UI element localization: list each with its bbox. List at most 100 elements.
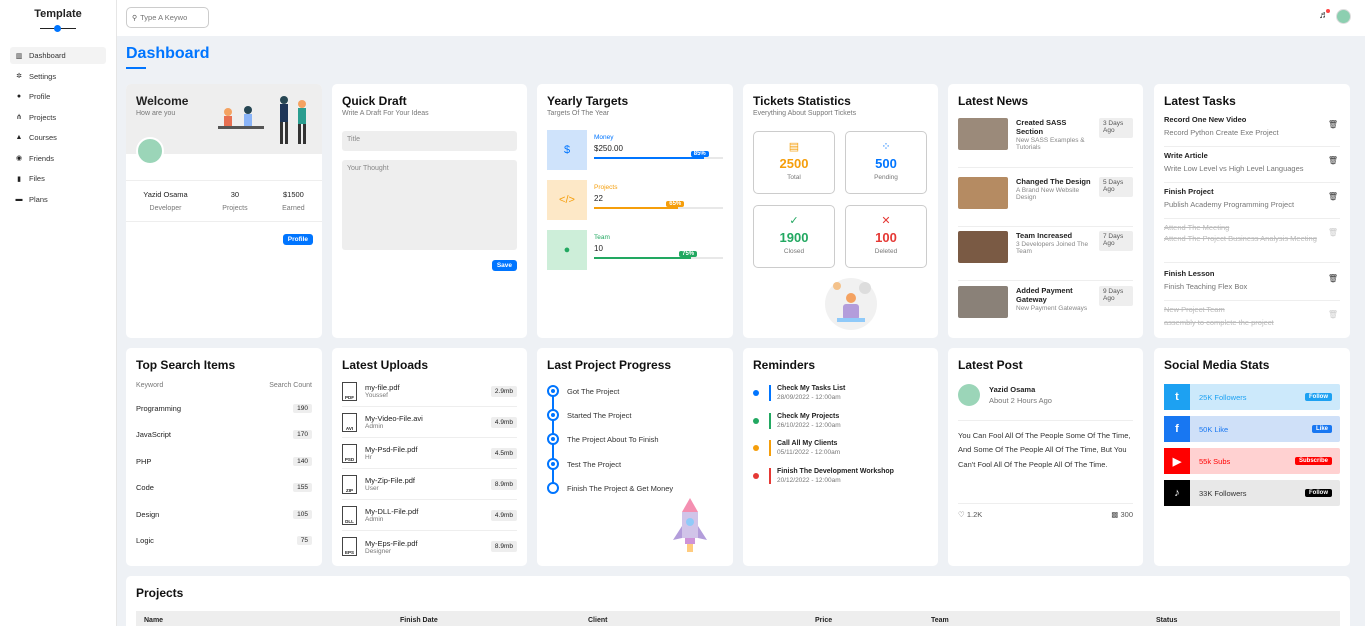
post-author-info: Yazid Osama About 2 Hours Ago: [989, 385, 1052, 405]
trash-icon[interactable]: 🗑: [1328, 120, 1338, 129]
step-label: Got The Project: [567, 386, 620, 396]
reminder-item: Check My Tasks List 28/09/2022 - 12:00am: [753, 382, 928, 404]
reminder-date: 26/10/2022 - 12:00am: [777, 422, 841, 429]
projects-table-header: Name Finish Date Client Price Team Statu…: [136, 611, 1340, 626]
trash-icon[interactable]: 🗑: [1328, 156, 1338, 165]
search-row: Logic 75: [136, 536, 312, 545]
file-size: 2.9mb: [490, 385, 517, 397]
task-desc: Attend The Project Business Analysis Mee…: [1164, 234, 1317, 243]
news-text: Created SASS Section New SASS Examples & …: [1016, 118, 1092, 167]
file-size: 4.5mb: [490, 447, 517, 459]
earned-value: $1500: [282, 190, 304, 199]
comments[interactable]: ▩ 300: [1111, 510, 1133, 519]
card-title: Reminders: [753, 358, 816, 372]
user-role: Developer: [149, 205, 182, 212]
profile-button[interactable]: Profile: [282, 234, 313, 245]
follow-button[interactable]: Follow: [1305, 489, 1332, 497]
upload-item[interactable]: ZIP My-Zip-File.pdf User 8.9mb: [342, 469, 517, 500]
file-info: My-Video-File.avi Admin: [365, 414, 423, 430]
welcome-illustration: [218, 96, 306, 144]
ticket-value: 100: [875, 230, 897, 245]
bell-icon[interactable]: ♬: [1319, 9, 1330, 21]
sidebar: Template ▥ Dashboard ✲ Settings ● Profile ⋔…: [0, 0, 117, 626]
code-icon: </>: [547, 180, 587, 220]
search-row: PHP 140: [136, 457, 312, 466]
ticket-label: Deleted: [874, 248, 898, 255]
reminder-dot: [753, 418, 759, 424]
card-title: Latest Tasks: [1164, 94, 1236, 108]
trash-icon[interactable]: 🗑: [1328, 274, 1338, 283]
file-info: My-Psd-File.pdf Hr: [365, 445, 418, 461]
subscribe-button[interactable]: Subscribe: [1294, 457, 1332, 465]
news-item[interactable]: Changed The Design A Brand New Website De…: [958, 177, 1133, 227]
upload-item[interactable]: DLL My-DLL-File.pdf Admin 4.9mb: [342, 500, 517, 531]
page-title-underline: [126, 67, 146, 69]
upload-item[interactable]: PSD My-Psd-File.pdf Hr 4.5mb: [342, 438, 517, 469]
logo-underline: [40, 25, 76, 32]
progress-step: The Project About To Finish: [547, 433, 659, 445]
sidebar-item-projects[interactable]: ⋔ Projects: [10, 109, 106, 126]
sidebar-item-profile[interactable]: ● Profile: [10, 88, 106, 105]
card-title: Latest Uploads: [342, 358, 429, 372]
upload-item[interactable]: AVI My-Video-File.avi Admin 4.9mb: [342, 407, 517, 438]
projects-card: Projects Name Finish Date Client Price T…: [126, 576, 1350, 626]
file-user: User: [365, 485, 379, 492]
ticket-total: ▤ 2500 Total: [753, 131, 835, 194]
pdf-file-icon: PDF: [342, 381, 357, 401]
sidebar-item-settings[interactable]: ✲ Settings: [10, 68, 106, 85]
draft-body-textarea[interactable]: Your Thought: [342, 160, 517, 250]
sidebar-item-courses[interactable]: ▲ Courses: [10, 129, 106, 146]
reminder-body: Finish The Development Workshop 20/12/202…: [769, 468, 894, 484]
reminder-date: 28/09/2022 - 12:00am: [777, 394, 841, 401]
like-button[interactable]: Like: [1311, 425, 1332, 433]
col-name: Name: [144, 616, 164, 624]
projects-label: Projects: [222, 205, 248, 212]
trash-icon[interactable]: 🗑: [1328, 228, 1338, 237]
sidebar-item-files[interactable]: ▮ Files: [10, 170, 106, 187]
tickets-illustration: [825, 278, 877, 330]
ticket-value: 500: [875, 156, 897, 171]
user-name: Yazid Osama: [143, 190, 188, 199]
ticket-value: 1900: [779, 230, 809, 245]
news-item[interactable]: Team Increased 3 Developers Joined The Te…: [958, 231, 1133, 281]
avatar: [958, 384, 980, 406]
trash-icon[interactable]: 🗑: [1328, 192, 1338, 201]
sidebar-item-plans[interactable]: ▬ Plans: [10, 191, 106, 208]
task-desc: assembly to complete the project: [1164, 318, 1274, 327]
file-name: My-DLL-File.pdf: [365, 507, 419, 516]
file-name: my-file.pdf: [365, 383, 400, 392]
dll-file-icon: DLL: [342, 505, 357, 525]
tiktok-icon: ♪: [1164, 480, 1190, 506]
step-label: Finish The Project & Get Money: [567, 483, 674, 493]
card-title: Top Search Items: [136, 358, 236, 372]
save-button[interactable]: Save: [491, 260, 517, 271]
follow-button[interactable]: Follow: [1305, 393, 1332, 401]
file-size: 4.9mb: [490, 509, 517, 521]
avatar[interactable]: [1336, 9, 1351, 24]
progress-fill: [594, 207, 678, 209]
upload-item[interactable]: PDF my-file.pdf Youssef 2.9mb: [342, 376, 517, 407]
search-input[interactable]: [140, 13, 203, 22]
search-icon: ⚲: [132, 14, 138, 22]
sidebar-item-dashboard[interactable]: ▥ Dashboard: [10, 47, 106, 64]
card-subtitle: Targets Of The Year: [547, 110, 610, 117]
likes[interactable]: ♡ 1.2K: [958, 510, 982, 519]
news-item[interactable]: Created SASS Section New SASS Examples & …: [958, 118, 1133, 168]
draft-title-input[interactable]: Title: [342, 131, 517, 151]
col-team: Team: [931, 616, 949, 624]
task-desc: Publish Academy Programming Project: [1164, 200, 1295, 209]
sidebar-item-friends[interactable]: ◉ Friends: [10, 150, 106, 167]
col-finish-date: Finish Date: [400, 616, 438, 624]
trash-icon[interactable]: 🗑: [1328, 310, 1338, 319]
stat-name: Yazid Osama Developer: [143, 190, 187, 221]
ticket-deleted: ✕ 100 Deleted: [845, 205, 927, 268]
stat-text: 25K Followers: [1199, 392, 1247, 402]
search-box[interactable]: ⚲: [126, 7, 209, 28]
x-icon: ✕: [881, 215, 891, 227]
news-item[interactable]: Added Payment Gateway New Payment Gateway…: [958, 286, 1133, 326]
sidebar-item-label: Files: [29, 174, 45, 183]
upload-item[interactable]: EPS My-Eps-File.pdf Designer 8.9mb: [342, 531, 517, 562]
news-subtitle: 3 Developers Joined The Team: [1016, 241, 1089, 255]
twitter-icon: t: [1164, 384, 1190, 410]
progress-step: Got The Project: [547, 385, 619, 397]
